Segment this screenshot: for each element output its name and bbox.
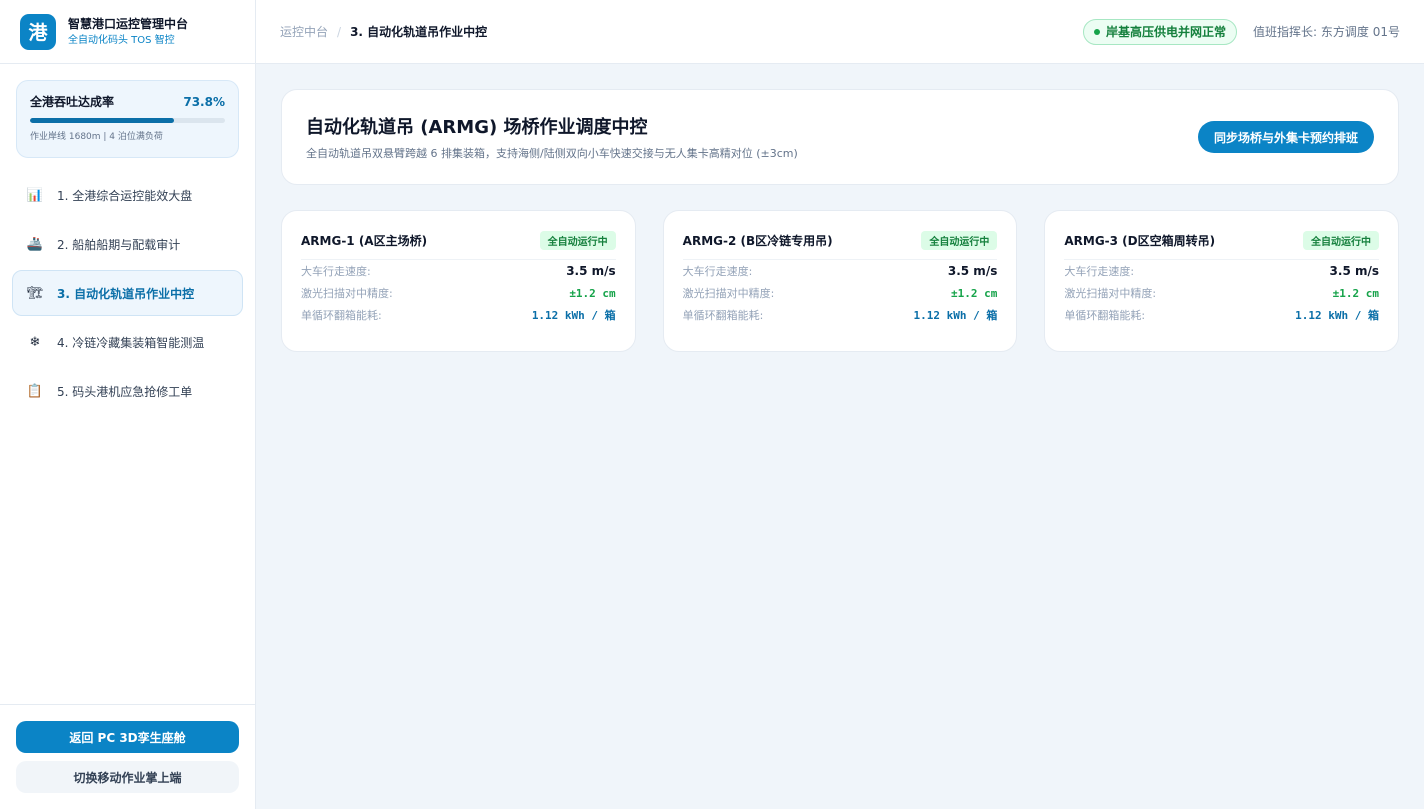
sidebar-item-4[interactable]: ❄ 4. 冷链冷藏集装箱智能测温	[12, 319, 243, 365]
kpi-note: 作业岸线 1680m | 4 泊位满负荷	[30, 132, 163, 142]
breadcrumb-root[interactable]: 运控中台	[280, 23, 328, 40]
page-description: 全自动轨道吊双悬臂跨越 6 排集装箱，支持海侧/陆侧双向小车快速交接与无人集卡高…	[306, 147, 798, 160]
crane-status-badge: 全自动运行中	[921, 231, 998, 250]
crane-card-title: ARMG-1 (A区主场桥)	[301, 234, 428, 248]
ship-icon: 🚢	[26, 236, 44, 252]
crane-status-badge: 全自动运行中	[539, 231, 616, 250]
sidebar-item-label: 5. 码头港机应急抢修工单	[57, 384, 193, 399]
laser-accuracy-label: 激光扫描对中精度:	[682, 287, 775, 300]
clipboard-icon: 📋	[26, 383, 44, 399]
duty-commander: 值班指挥长: 东方调度 01号	[1253, 25, 1400, 39]
travel-speed-label: 大车行走速度:	[682, 265, 753, 278]
status-dot-icon	[1094, 28, 1101, 35]
brand-title: 智慧港口运控管理中台	[68, 16, 189, 31]
sidebar-item-5[interactable]: 📋 5. 码头港机应急抢修工单	[12, 368, 243, 414]
sidebar: 港 智慧港口运控管理中台 全自动化码头 TOS 智控 全港吞吐达成率 73.8%…	[0, 0, 256, 809]
top-header: 运控中台 / 3. 自动化轨道吊作业中控 岸基高压供电并网正常 值班指挥长: 东…	[256, 0, 1424, 64]
sidebar-footer: 返回 PC 3D孪生座舱 切换移动作业掌上端	[0, 704, 255, 793]
cycle-energy-label: 单循环翻箱能耗:	[301, 309, 382, 322]
throughput-kpi-card: 全港吞吐达成率 73.8% 作业岸线 1680m | 4 泊位满负荷	[16, 80, 239, 158]
page-title: 自动化轨道吊 (ARMG) 场桥作业调度中控	[306, 117, 648, 138]
breadcrumb-current: 3. 自动化轨道吊作业中控	[350, 25, 488, 39]
travel-speed-value: 3.5 m/s	[1329, 264, 1380, 278]
cycle-energy-value: 1.12 kWh / 箱	[913, 309, 998, 322]
laser-accuracy-label: 激光扫描对中精度:	[1064, 287, 1157, 300]
crane-card[interactable]: ARMG-1 (A区主场桥) 全自动运行中大车行走速度: 3.5 m/s 激光扫描对中…	[281, 210, 636, 352]
travel-speed-value: 3.5 m/s	[566, 264, 616, 278]
cycle-energy-value: 1.12 kWh / 箱	[1295, 309, 1380, 322]
laser-accuracy-label: 激光扫描对中精度:	[301, 287, 393, 300]
kpi-label: 全港吞吐达成率	[30, 95, 115, 109]
power-status-badge: 岸基高压供电并网正常	[1083, 18, 1238, 45]
breadcrumb-separator: /	[337, 24, 342, 39]
laser-accuracy-value: ±1.2 cm	[950, 286, 998, 300]
crane-status-badge: 全自动运行中	[1303, 231, 1380, 250]
sidebar-item-label: 4. 冷链冷藏集装箱智能测温	[57, 335, 205, 350]
laser-accuracy-value: ±1.2 cm	[1332, 286, 1380, 300]
breadcrumb: 运控中台 / 3. 自动化轨道吊作业中控	[280, 23, 487, 40]
travel-speed-value: 3.5 m/s	[947, 264, 998, 278]
crane-card-title: ARMG-2 (B区冷链专用吊)	[682, 234, 833, 248]
laser-accuracy-row: 激光扫描对中精度: ±1.2 cm	[1064, 282, 1379, 304]
crane-card-title: ARMG-3 (D区空箱周转吊)	[1064, 234, 1216, 248]
cycle-energy-label: 单循环翻箱能耗:	[1064, 309, 1146, 322]
cycle-energy-row: 单循环翻箱能耗: 1.12 kWh / 箱	[683, 304, 998, 326]
travel-speed-row: 大车行走速度: 3.5 m/s	[1064, 260, 1379, 282]
crane-card-list: ARMG-1 (A区主场桥) 全自动运行中大车行走速度: 3.5 m/s 激光扫描对中…	[281, 210, 1400, 352]
sidebar-item-label: 2. 船舶船期与配载审计	[57, 237, 181, 252]
kpi-progress-bar	[30, 118, 225, 123]
brand-subtitle: 全自动化码头 TOS 智控	[68, 34, 175, 46]
laser-accuracy-row: 激光扫描对中精度: ±1.2 cm	[301, 282, 616, 304]
laser-accuracy-row: 激光扫描对中精度: ±1.2 cm	[683, 282, 998, 304]
kpi-value: 73.8%	[183, 94, 225, 109]
sidebar-item-1[interactable]: 📊 1. 全港综合运控能效大盘	[12, 172, 243, 218]
laser-accuracy-value: ±1.2 cm	[569, 286, 616, 300]
crane-icon: 🏗	[26, 285, 44, 301]
cycle-energy-label: 单循环翻箱能耗:	[682, 309, 764, 322]
power-status-text: 岸基高压供电并网正常	[1106, 25, 1227, 39]
cycle-energy-value: 1.12 kWh / 箱	[531, 309, 616, 322]
travel-speed-label: 大车行走速度:	[1064, 265, 1135, 278]
travel-speed-row: 大车行走速度: 3.5 m/s	[683, 260, 998, 282]
sidebar-item-3[interactable]: 🏗 3. 自动化轨道吊作业中控	[12, 270, 243, 316]
return-3d-cockpit-button[interactable]: 返回 PC 3D孪生座舱	[16, 721, 239, 753]
brand-logo: 港	[20, 13, 56, 50]
travel-speed-row: 大车行走速度: 3.5 m/s	[301, 260, 616, 282]
cycle-energy-row: 单循环翻箱能耗: 1.12 kWh / 箱	[1064, 304, 1379, 326]
cycle-energy-row: 单循环翻箱能耗: 1.12 kWh / 箱	[301, 304, 616, 326]
sidebar-nav: 📊 1. 全港综合运控能效大盘 🚢 2. 船舶船期与配载审计 🏗 3. 自动化轨道吊作业中…	[12, 172, 243, 417]
sidebar-item-label: 3. 自动化轨道吊作业中控	[57, 286, 195, 301]
snowflake-icon: ❄	[29, 334, 41, 350]
sidebar-item-2[interactable]: 🚢 2. 船舶船期与配载审计	[12, 221, 243, 267]
switch-mobile-button[interactable]: 切换移动作业掌上端	[16, 761, 239, 793]
brand-header: 港 智慧港口运控管理中台 全自动化码头 TOS 智控	[0, 0, 255, 64]
crane-card[interactable]: ARMG-2 (B区冷链专用吊) 全自动运行中大车行走速度: 3.5 m/s 激光扫描…	[662, 210, 1018, 352]
sync-schedule-button[interactable]: 同步场桥与外集卡预约排班	[1197, 121, 1374, 153]
sidebar-item-label: 1. 全港综合运控能效大盘	[57, 188, 193, 203]
kpi-progress-fill	[30, 118, 174, 123]
page-hero: 自动化轨道吊 (ARMG) 场桥作业调度中控 全自动轨道吊双悬臂跨越 6 排集装…	[281, 89, 1399, 185]
travel-speed-label: 大车行走速度:	[301, 265, 371, 278]
bar-chart-icon: 📊	[26, 187, 44, 203]
crane-card[interactable]: ARMG-3 (D区空箱周转吊) 全自动运行中大车行走速度: 3.5 m/s 激光扫描…	[1044, 210, 1400, 352]
